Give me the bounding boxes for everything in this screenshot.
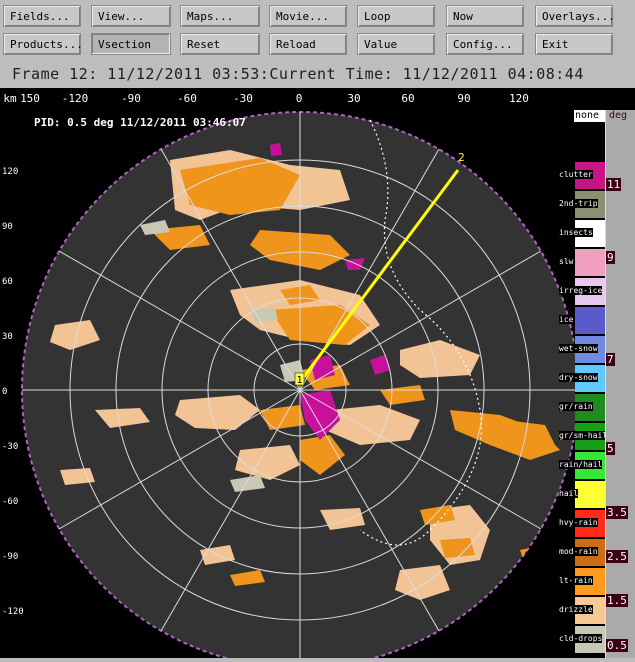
exit-button[interactable]: Exit <box>535 33 613 55</box>
fields-button[interactable]: Fields... <box>3 5 81 27</box>
vsection-marker-2[interactable]: 2 <box>458 151 465 164</box>
x-tick-label: 120 <box>509 92 529 105</box>
legend-label: wet-snow <box>559 344 598 353</box>
y-axis: 120 90 60 30 0 -30 -60 -90 -120 <box>2 167 24 617</box>
legend-swatch-ice <box>575 307 605 334</box>
x-axis: km 150 -120 -90 -60 -30 0 30 60 90 120 <box>0 88 635 110</box>
ppi-display[interactable]: 120 90 60 30 0 -30 -60 -90 -120 PID: 0.5… <box>0 110 579 662</box>
y-tick-label: -30 <box>2 442 18 452</box>
x-tick-label: 0 <box>295 92 303 105</box>
y-tick-label: 30 <box>2 332 13 342</box>
legend-label: dry-snow <box>559 373 598 382</box>
y-tick-label: 120 <box>2 167 18 177</box>
x-tick-label: -60 <box>177 92 197 105</box>
now-button[interactable]: Now <box>446 5 524 27</box>
y-tick-label: 60 <box>2 277 13 287</box>
legend-label: gr/rain <box>559 402 593 411</box>
frame-title: Frame 12: 11/12/2011 03:53:Current Time:… <box>12 65 584 83</box>
x-axis-unit: km <box>3 92 17 105</box>
x-tick-label: 150 <box>20 92 40 105</box>
legend-label: lt-rain <box>559 576 593 585</box>
x-tick-label: 60 <box>401 92 415 105</box>
unit-scale: deg 11 9 7 5 3.5 2.5 1.5 0.5 <box>605 110 635 658</box>
legend-label: hail <box>559 489 579 498</box>
unit-tick: 9 <box>606 251 615 264</box>
y-tick-label: -90 <box>2 552 18 562</box>
legend-header-none: none <box>574 110 605 122</box>
legend-label: ice <box>559 315 574 324</box>
products-button[interactable]: Products... <box>3 33 83 55</box>
y-tick-label: 90 <box>2 222 13 232</box>
pid-legend: none clutter 2nd-trip insects slw irreg-ice i… <box>559 110 608 658</box>
legend-label: hvy-rain <box>559 518 598 527</box>
unit-tick: 11 <box>606 178 622 191</box>
y-tick-label: 0 <box>2 387 7 397</box>
unit-tick: 7 <box>606 353 615 366</box>
x-tick-label: 30 <box>347 92 361 105</box>
y-tick-label: -60 <box>2 497 18 507</box>
unit-tick: 2.5 <box>606 550 628 563</box>
legend-label: clutter <box>559 170 593 179</box>
maps-button[interactable]: Maps... <box>180 5 260 27</box>
legend-header-deg: deg <box>609 110 628 121</box>
legend-label: slw <box>559 257 574 266</box>
movie-button[interactable]: Movie... <box>269 5 347 27</box>
value-button[interactable]: Value <box>357 33 435 55</box>
legend-label: cld-drops <box>559 634 603 643</box>
reset-button[interactable]: Reset <box>180 33 260 55</box>
legend-swatch-hail <box>575 481 605 508</box>
x-tick-label: -30 <box>233 92 253 105</box>
x-tick-label: 90 <box>457 92 471 105</box>
overlays-button[interactable]: Overlays... <box>535 5 615 27</box>
svg-text:1: 1 <box>297 375 303 386</box>
vsection-button[interactable]: Vsection <box>91 33 171 55</box>
field-label: PID: 0.5 deg 11/12/2011 03:46:07 <box>34 116 246 129</box>
legend-swatch-slw <box>575 249 605 276</box>
legend-label: gr/sm-hail <box>559 431 608 440</box>
view-button[interactable]: View... <box>91 5 171 27</box>
config-button[interactable]: Config... <box>446 33 524 55</box>
vsection-marker-1[interactable]: 1 <box>294 372 305 386</box>
legend-label: insects <box>559 228 593 237</box>
y-tick-label: -120 <box>2 607 24 617</box>
loop-button[interactable]: Loop <box>357 5 435 27</box>
unit-tick: 3.5 <box>606 506 628 519</box>
unit-tick: 1.5 <box>606 594 628 607</box>
x-tick-label: -90 <box>121 92 141 105</box>
legend-label: 2nd-trip <box>559 199 598 208</box>
reload-button[interactable]: Reload <box>269 33 347 55</box>
legend-label: rain/hail <box>559 460 603 469</box>
unit-tick: 0.5 <box>606 639 628 652</box>
legend-label: drizzle <box>559 605 593 614</box>
unit-tick: 5 <box>606 442 615 455</box>
legend-label: mod-rain <box>559 547 598 556</box>
x-tick-label: -120 <box>61 92 89 105</box>
legend-label: irreg-ice <box>559 286 603 295</box>
